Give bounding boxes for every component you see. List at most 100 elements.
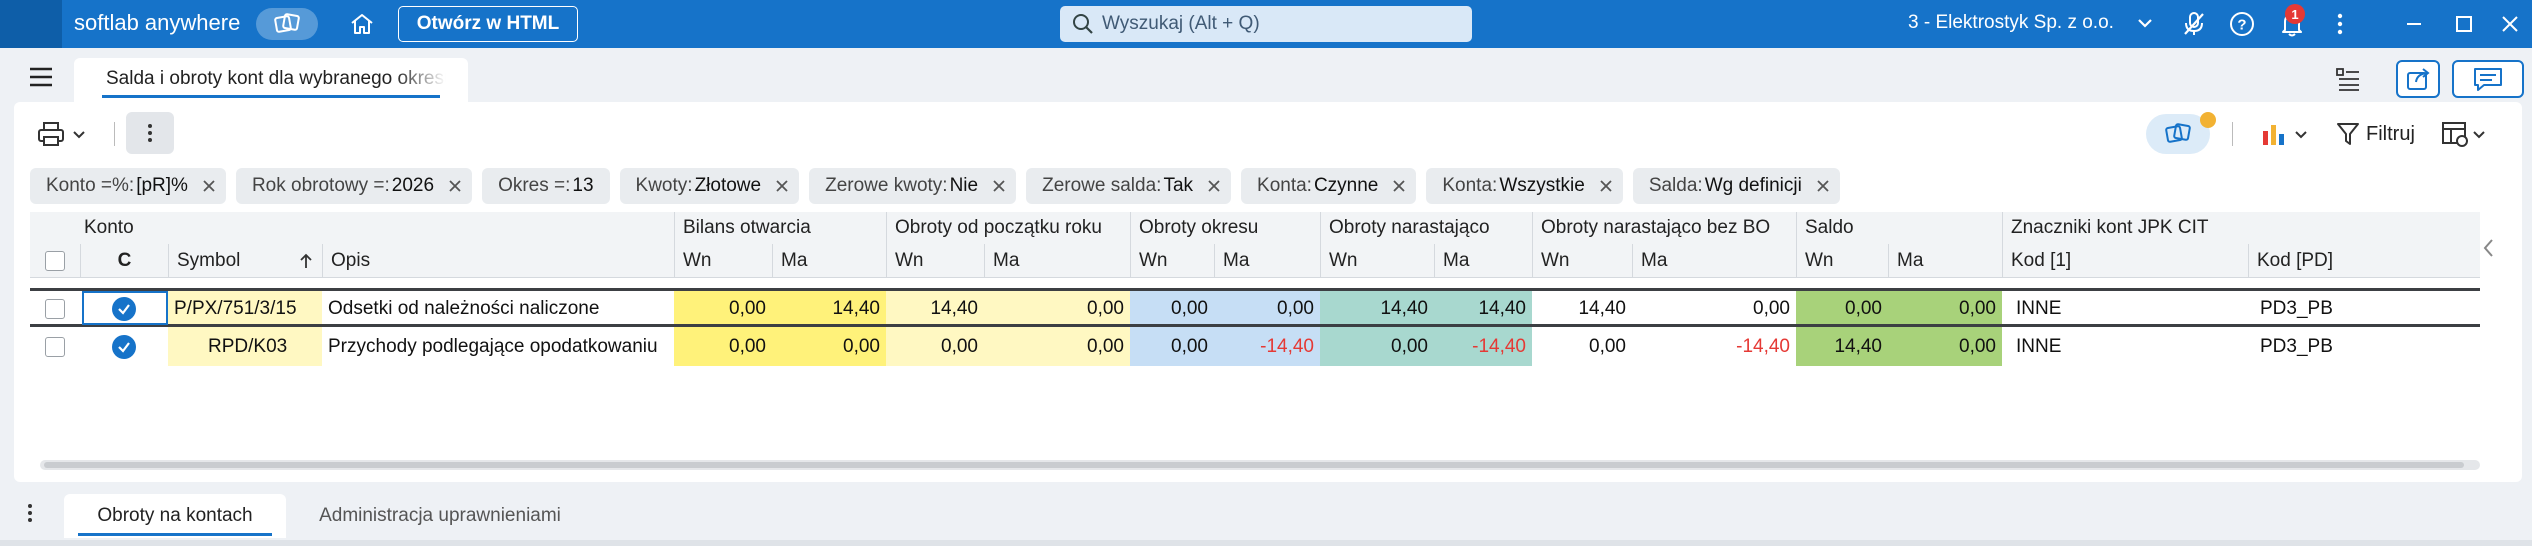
column-header-s-ma[interactable]: Ma xyxy=(1888,244,2002,277)
cell-kodpd[interactable]: PD3_PB xyxy=(2248,328,2480,366)
cell-ok-wn[interactable]: 0,00 xyxy=(1130,290,1214,328)
column-header-opis[interactable]: Opis xyxy=(322,244,674,277)
select-all-cell[interactable] xyxy=(30,244,80,277)
filter-button[interactable]: Filtruj xyxy=(2336,114,2415,154)
close-icon[interactable] xyxy=(990,177,1008,195)
maximize-icon[interactable] xyxy=(2450,10,2478,38)
row-select-cell[interactable] xyxy=(30,328,80,366)
close-icon[interactable] xyxy=(1814,177,1832,195)
cell-nbo-wn[interactable]: 14,40 xyxy=(1532,290,1632,328)
scrollbar-thumb[interactable] xyxy=(44,462,2464,468)
open-in-html-button[interactable]: Otwórz w HTML xyxy=(398,6,578,42)
cell-nar-ma[interactable]: 14,40 xyxy=(1434,290,1532,328)
column-header-ok-wn[interactable]: Wn xyxy=(1130,244,1214,277)
cell-s-wn[interactable]: 0,00 xyxy=(1796,290,1888,328)
chevron-down-icon[interactable] xyxy=(2136,12,2154,39)
help-icon[interactable]: ? xyxy=(2228,10,2256,38)
filter-chip[interactable]: Zerowe salda: Tak xyxy=(1026,168,1232,204)
chevron-left-icon[interactable] xyxy=(2480,236,2498,265)
filter-chip[interactable]: Kwoty: Złotowe xyxy=(619,168,800,204)
modules-button[interactable] xyxy=(256,8,318,40)
comments-button[interactable] xyxy=(2452,60,2524,98)
filter-chip[interactable]: Rok obrotowy =: 2026 xyxy=(235,168,473,204)
column-header-s-wn[interactable]: Wn xyxy=(1796,244,1888,277)
cell-s-wn[interactable]: 14,40 xyxy=(1796,328,1888,366)
cell-nbo-ma[interactable]: 0,00 xyxy=(1632,290,1796,328)
cell-symbol[interactable]: RPD/K03 xyxy=(168,328,322,366)
cell-symbol[interactable]: P/PX/751/3/15 xyxy=(168,290,322,328)
row-active-cell[interactable] xyxy=(80,328,168,366)
cell-kodpd[interactable]: PD3_PB xyxy=(2248,290,2480,328)
cell-ok-wn[interactable]: 0,00 xyxy=(1130,328,1214,366)
filter-chip[interactable]: Konto =%: [pR]% xyxy=(30,168,226,204)
more-actions-button[interactable] xyxy=(126,112,174,154)
column-header-c[interactable]: C xyxy=(80,244,168,277)
cell-pr-wn[interactable]: 14,40 xyxy=(886,290,984,328)
close-icon[interactable] xyxy=(1390,177,1408,195)
cell-bo-wn[interactable]: 0,00 xyxy=(674,290,772,328)
more-vertical-icon[interactable] xyxy=(2326,10,2354,38)
column-header-pr-ma[interactable]: Ma xyxy=(984,244,1130,277)
cell-ok-ma[interactable]: -14,40 xyxy=(1214,328,1320,366)
search-input[interactable] xyxy=(1102,13,1442,35)
cell-ok-ma[interactable]: 0,00 xyxy=(1214,290,1320,328)
home-button[interactable] xyxy=(344,8,380,40)
select-all-checkbox[interactable] xyxy=(45,250,65,271)
cell-bo-ma[interactable]: 0,00 xyxy=(772,328,886,366)
company-selector[interactable]: 3 - Elektrostyk Sp. z o.o. xyxy=(1908,12,2114,34)
cell-pr-ma[interactable]: 0,00 xyxy=(984,328,1130,366)
filter-chip[interactable]: Okres =: 13 xyxy=(482,168,610,204)
cell-nar-wn[interactable]: 14,40 xyxy=(1320,290,1434,328)
cell-bo-ma[interactable]: 14,40 xyxy=(772,290,886,328)
column-header-pr-wn[interactable]: Wn xyxy=(886,244,984,277)
row-checkbox[interactable] xyxy=(45,337,65,357)
tab-list-icon[interactable] xyxy=(2326,60,2370,98)
filter-chip[interactable]: Zerowe kwoty: Nie xyxy=(809,168,1017,204)
table-row[interactable]: P/PX/751/3/15 Odsetki od należności nali… xyxy=(30,290,2480,328)
document-tab[interactable]: Salda i obroty kont dla wybranego okresu xyxy=(74,58,468,102)
filter-chip[interactable]: Konta: Wszystkie xyxy=(1426,168,1623,204)
share-button[interactable] xyxy=(2396,60,2440,98)
column-header-bo-ma[interactable]: Ma xyxy=(772,244,886,277)
horizontal-scrollbar[interactable] xyxy=(40,460,2480,470)
cell-s-ma[interactable]: 0,00 xyxy=(1888,328,2002,366)
column-header-symbol[interactable]: Symbol xyxy=(168,244,322,277)
cell-opis[interactable]: Odsetki od należności naliczone xyxy=(322,290,674,328)
cell-kod1[interactable]: INNE xyxy=(2002,290,2248,328)
more-vertical-icon[interactable] xyxy=(26,502,34,529)
cell-pr-ma[interactable]: 0,00 xyxy=(984,290,1130,328)
filter-chip[interactable]: Salda: Wg definicji xyxy=(1632,168,1840,204)
close-icon[interactable] xyxy=(446,177,464,195)
table-row[interactable]: RPD/K03 Przychody podlegające opodatkowa… xyxy=(30,328,2480,366)
column-header-kodpd[interactable]: Kod [PD] xyxy=(2248,244,2480,277)
column-header-nbo-ma[interactable]: Ma xyxy=(1632,244,1796,277)
minimize-icon[interactable] xyxy=(2400,10,2428,38)
tab-obroty-na-kontach[interactable]: Obroty na kontach xyxy=(64,494,286,538)
close-icon[interactable] xyxy=(2496,10,2524,38)
row-checkbox[interactable] xyxy=(45,299,65,319)
column-header-ok-ma[interactable]: Ma xyxy=(1214,244,1320,277)
cell-pr-wn[interactable]: 0,00 xyxy=(886,328,984,366)
column-header-nar-ma[interactable]: Ma xyxy=(1434,244,1532,277)
cell-nbo-wn[interactable]: 0,00 xyxy=(1532,328,1632,366)
close-icon[interactable] xyxy=(200,177,218,195)
close-icon[interactable] xyxy=(1597,177,1615,195)
tab-administracja-uprawnieniami[interactable]: Administracja uprawnieniami xyxy=(300,494,580,538)
cell-kod1[interactable]: INNE xyxy=(2002,328,2248,366)
chart-button[interactable] xyxy=(2260,114,2308,154)
cell-nar-wn[interactable]: 0,00 xyxy=(1320,328,1434,366)
mic-off-icon[interactable] xyxy=(2180,10,2208,38)
close-icon[interactable] xyxy=(773,177,791,195)
column-header-bo-wn[interactable]: Wn xyxy=(674,244,772,277)
close-icon[interactable] xyxy=(1205,177,1223,195)
column-settings-button[interactable] xyxy=(2440,114,2486,154)
print-button[interactable] xyxy=(36,114,96,154)
column-header-kod1[interactable]: Kod [1] xyxy=(2002,244,2248,277)
column-header-nbo-wn[interactable]: Wn xyxy=(1532,244,1632,277)
cell-opis[interactable]: Przychody podlegające opodatkowaniu xyxy=(322,328,674,366)
cell-nar-ma[interactable]: -14,40 xyxy=(1434,328,1532,366)
cell-nbo-ma[interactable]: -14,40 xyxy=(1632,328,1796,366)
hamburger-menu-icon[interactable] xyxy=(28,66,54,93)
row-select-cell[interactable] xyxy=(30,290,80,328)
filter-chip[interactable]: Konta: Czynne xyxy=(1241,168,1417,204)
